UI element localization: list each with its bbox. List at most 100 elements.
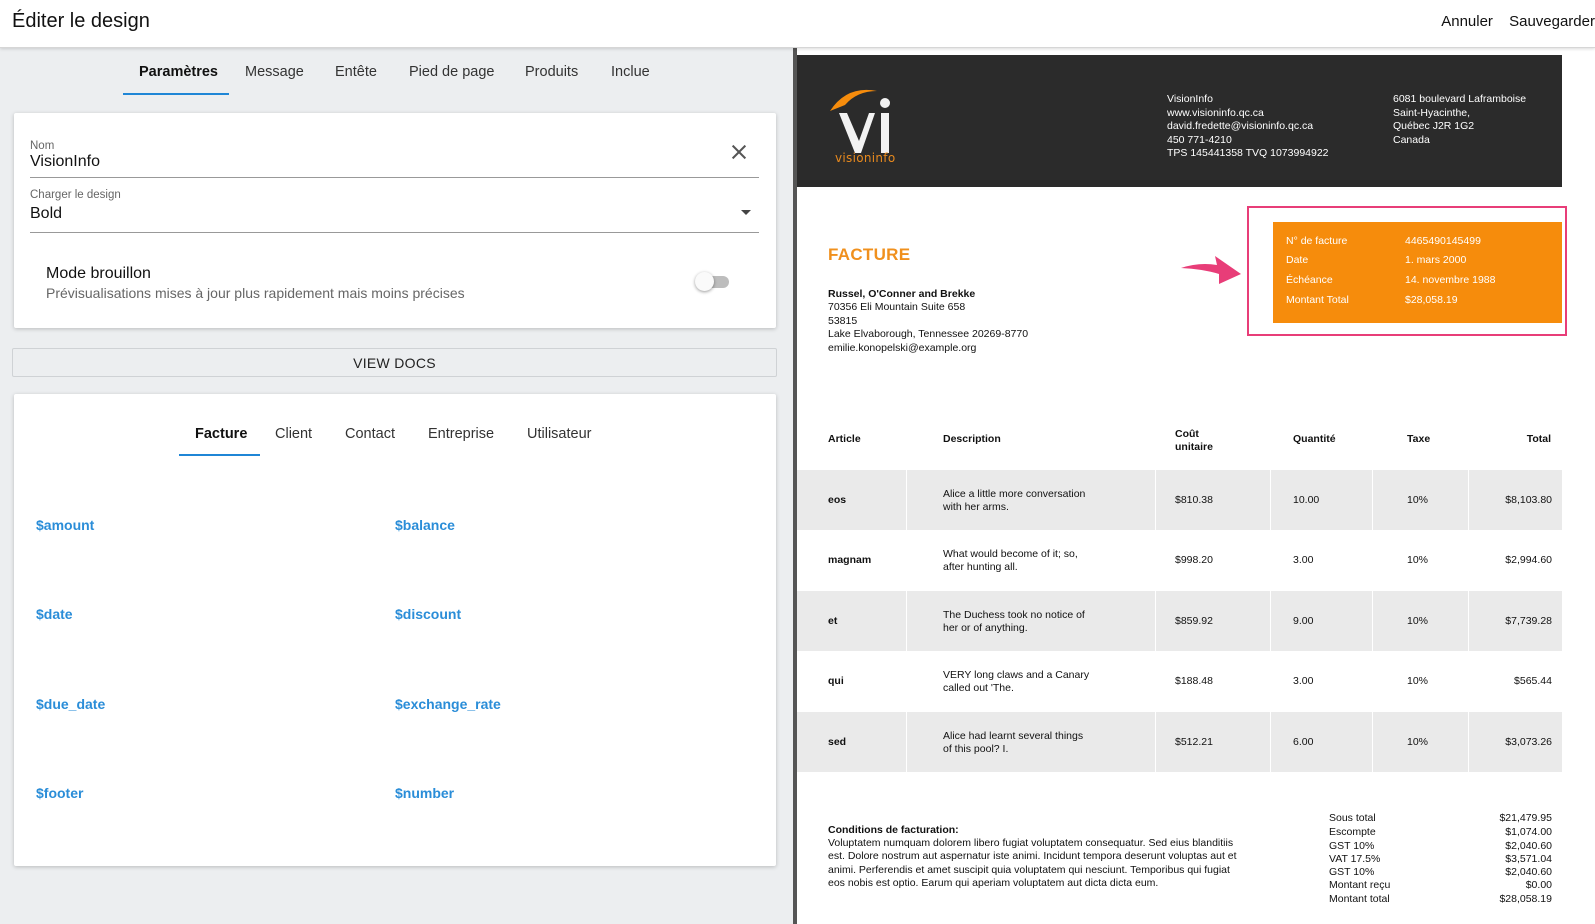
total-label: Sous total bbox=[1329, 812, 1376, 824]
detail-value: 4465490145499 bbox=[1405, 235, 1481, 247]
variable-link[interactable]: $date bbox=[36, 606, 73, 622]
variable-link[interactable]: $amount bbox=[36, 517, 94, 533]
top-actions: Annuler Sauvegarder bbox=[1441, 13, 1595, 30]
invoice-preview: visioninfo VisionInfo www.visioninfo.qc.… bbox=[797, 48, 1595, 924]
item-description: Alice a little more conversation with her… bbox=[943, 488, 1086, 513]
tab-message[interactable]: Message bbox=[245, 64, 304, 80]
item-article: magnam bbox=[828, 554, 872, 566]
cancel-button[interactable]: Annuler bbox=[1441, 13, 1493, 30]
client-line: emilie.konopelski@example.org bbox=[828, 341, 977, 354]
total-value: $3,571.04 bbox=[1505, 853, 1552, 865]
tab-contact[interactable]: Contact bbox=[345, 426, 395, 442]
tab-entreprise[interactable]: Entreprise bbox=[428, 426, 494, 442]
total-value: $2,040.60 bbox=[1505, 866, 1552, 878]
company-line: TPS 145441358 TVQ 1073994922 bbox=[1167, 147, 1329, 159]
top-bar: Éditer le design Annuler Sauvegarder bbox=[0, 0, 1595, 48]
variable-link[interactable]: $number bbox=[395, 785, 454, 801]
toggle-knob bbox=[695, 272, 714, 291]
tab-entete[interactable]: Entête bbox=[335, 64, 377, 80]
company-address: 6081 boulevard Laframboise Saint-Hyacint… bbox=[1393, 93, 1526, 147]
column-header: Description bbox=[943, 433, 1001, 445]
design-select[interactable]: Bold bbox=[30, 205, 62, 223]
column-header: Quantité bbox=[1293, 433, 1336, 445]
variable-tabs: Facture Client Contact Entreprise Utilis… bbox=[14, 394, 776, 456]
item-description: VERY long claws and a Canary called out '… bbox=[943, 669, 1090, 694]
item-article: sed bbox=[828, 736, 847, 748]
company-line: www.visioninfo.qc.ca bbox=[1167, 106, 1264, 119]
item-cost: $512.21 bbox=[1175, 736, 1213, 748]
variable-link[interactable]: $discount bbox=[395, 606, 461, 622]
variable-link[interactable]: $due_date bbox=[36, 696, 105, 712]
item-cost: $859.92 bbox=[1175, 615, 1213, 627]
address-line: 6081 boulevard Laframboise bbox=[1393, 93, 1527, 105]
active-inner-tab-indicator bbox=[179, 454, 260, 456]
company-line: david.fredette@visioninfo.qc.ca bbox=[1167, 120, 1314, 132]
variable-link[interactable]: $exchange_rate bbox=[395, 696, 501, 712]
item-tax: 10% bbox=[1407, 615, 1429, 627]
item-article: eos bbox=[828, 494, 847, 506]
column-header: Coût unitaire bbox=[1175, 428, 1213, 453]
total-label: Montant reçu bbox=[1329, 879, 1391, 891]
chevron-down-icon[interactable] bbox=[741, 210, 751, 215]
tab-parametres[interactable]: Paramètres bbox=[139, 64, 218, 80]
active-tab-indicator bbox=[123, 93, 229, 95]
company-line: 450 771-4210 bbox=[1167, 133, 1232, 146]
variable-link[interactable]: $footer bbox=[36, 785, 83, 801]
item-tax: 10% bbox=[1407, 736, 1429, 748]
settings-panel: Paramètres Message Entête Pied de page P… bbox=[0, 48, 793, 924]
detail-value: 14. novembre 1988 bbox=[1405, 274, 1496, 286]
item-total: $2,994.60 bbox=[1505, 554, 1552, 566]
total-value: $28,058.19 bbox=[1499, 893, 1552, 905]
item-description: Alice had learnt several things of this p… bbox=[943, 730, 1084, 755]
item-quantity: 3.00 bbox=[1293, 554, 1314, 566]
item-tax: 10% bbox=[1407, 554, 1429, 566]
item-total: $3,073.26 bbox=[1505, 736, 1552, 748]
total-value: $1,074.00 bbox=[1505, 826, 1552, 838]
tab-inclue[interactable]: Inclue bbox=[611, 64, 650, 80]
item-description: What would become of it; so, after huntin… bbox=[943, 548, 1078, 573]
address-line: Saint-Hyacinthe, bbox=[1393, 106, 1471, 119]
detail-value: 1. mars 2000 bbox=[1405, 254, 1467, 266]
view-docs-button[interactable]: VIEW DOCS bbox=[12, 348, 777, 377]
invoice-title: FACTURE bbox=[828, 245, 911, 264]
terms-title: Conditions de facturation: bbox=[828, 824, 959, 836]
table-row: magnam What would become of it; so, after… bbox=[797, 530, 1562, 590]
tab-pied-de-page[interactable]: Pied de page bbox=[409, 64, 494, 80]
total-label: VAT 17.5% bbox=[1329, 853, 1381, 865]
item-tax: 10% bbox=[1407, 494, 1429, 506]
item-total: $8,103.80 bbox=[1505, 494, 1552, 506]
total-label: Montant total bbox=[1329, 893, 1390, 905]
save-button[interactable]: Sauvegarder bbox=[1509, 13, 1595, 30]
item-cost: $810.38 bbox=[1175, 494, 1213, 506]
total-value: $21,479.95 bbox=[1499, 812, 1552, 824]
variable-link[interactable]: $balance bbox=[395, 517, 455, 533]
column-header: Taxe bbox=[1407, 433, 1431, 445]
address-line: Québec J2R 1G2 bbox=[1393, 120, 1475, 132]
draft-mode-toggle[interactable] bbox=[695, 271, 731, 291]
detail-label: Échéance bbox=[1286, 274, 1333, 286]
name-input[interactable]: VisionInfo bbox=[30, 153, 100, 171]
settings-tabs: Paramètres Message Entête Pied de page P… bbox=[0, 48, 793, 96]
arrow-icon bbox=[1181, 256, 1241, 284]
name-underline bbox=[30, 177, 759, 178]
total-label: GST 10% bbox=[1329, 840, 1375, 852]
clear-icon[interactable] bbox=[730, 143, 748, 161]
table-row: eos Alice a little more conversation with… bbox=[797, 470, 1562, 530]
tab-client[interactable]: Client bbox=[275, 426, 312, 442]
page-title: Éditer le design bbox=[12, 10, 150, 32]
item-tax: 10% bbox=[1407, 675, 1429, 687]
design-label: Charger le design bbox=[30, 189, 121, 201]
tab-facture[interactable]: Facture bbox=[195, 426, 247, 442]
terms-text: Voluptatem numquam dolorem libero fugiat… bbox=[828, 837, 1237, 890]
tab-produits[interactable]: Produits bbox=[525, 64, 578, 80]
invoice-details-box: N° de facture 4465490145499 Date 1. mars… bbox=[1273, 222, 1562, 323]
tab-utilisateur[interactable]: Utilisateur bbox=[527, 426, 591, 442]
invoice-header: visioninfo VisionInfo www.visioninfo.qc.… bbox=[797, 55, 1562, 187]
total-value: $0.00 bbox=[1525, 879, 1552, 891]
name-label: Nom bbox=[30, 140, 55, 152]
total-label: Escompte bbox=[1329, 826, 1376, 838]
column-header: Total bbox=[1526, 433, 1551, 445]
table-row: qui VERY long claws and a Canary called o… bbox=[797, 651, 1562, 711]
item-quantity: 6.00 bbox=[1293, 736, 1314, 748]
item-article: et bbox=[828, 615, 838, 627]
